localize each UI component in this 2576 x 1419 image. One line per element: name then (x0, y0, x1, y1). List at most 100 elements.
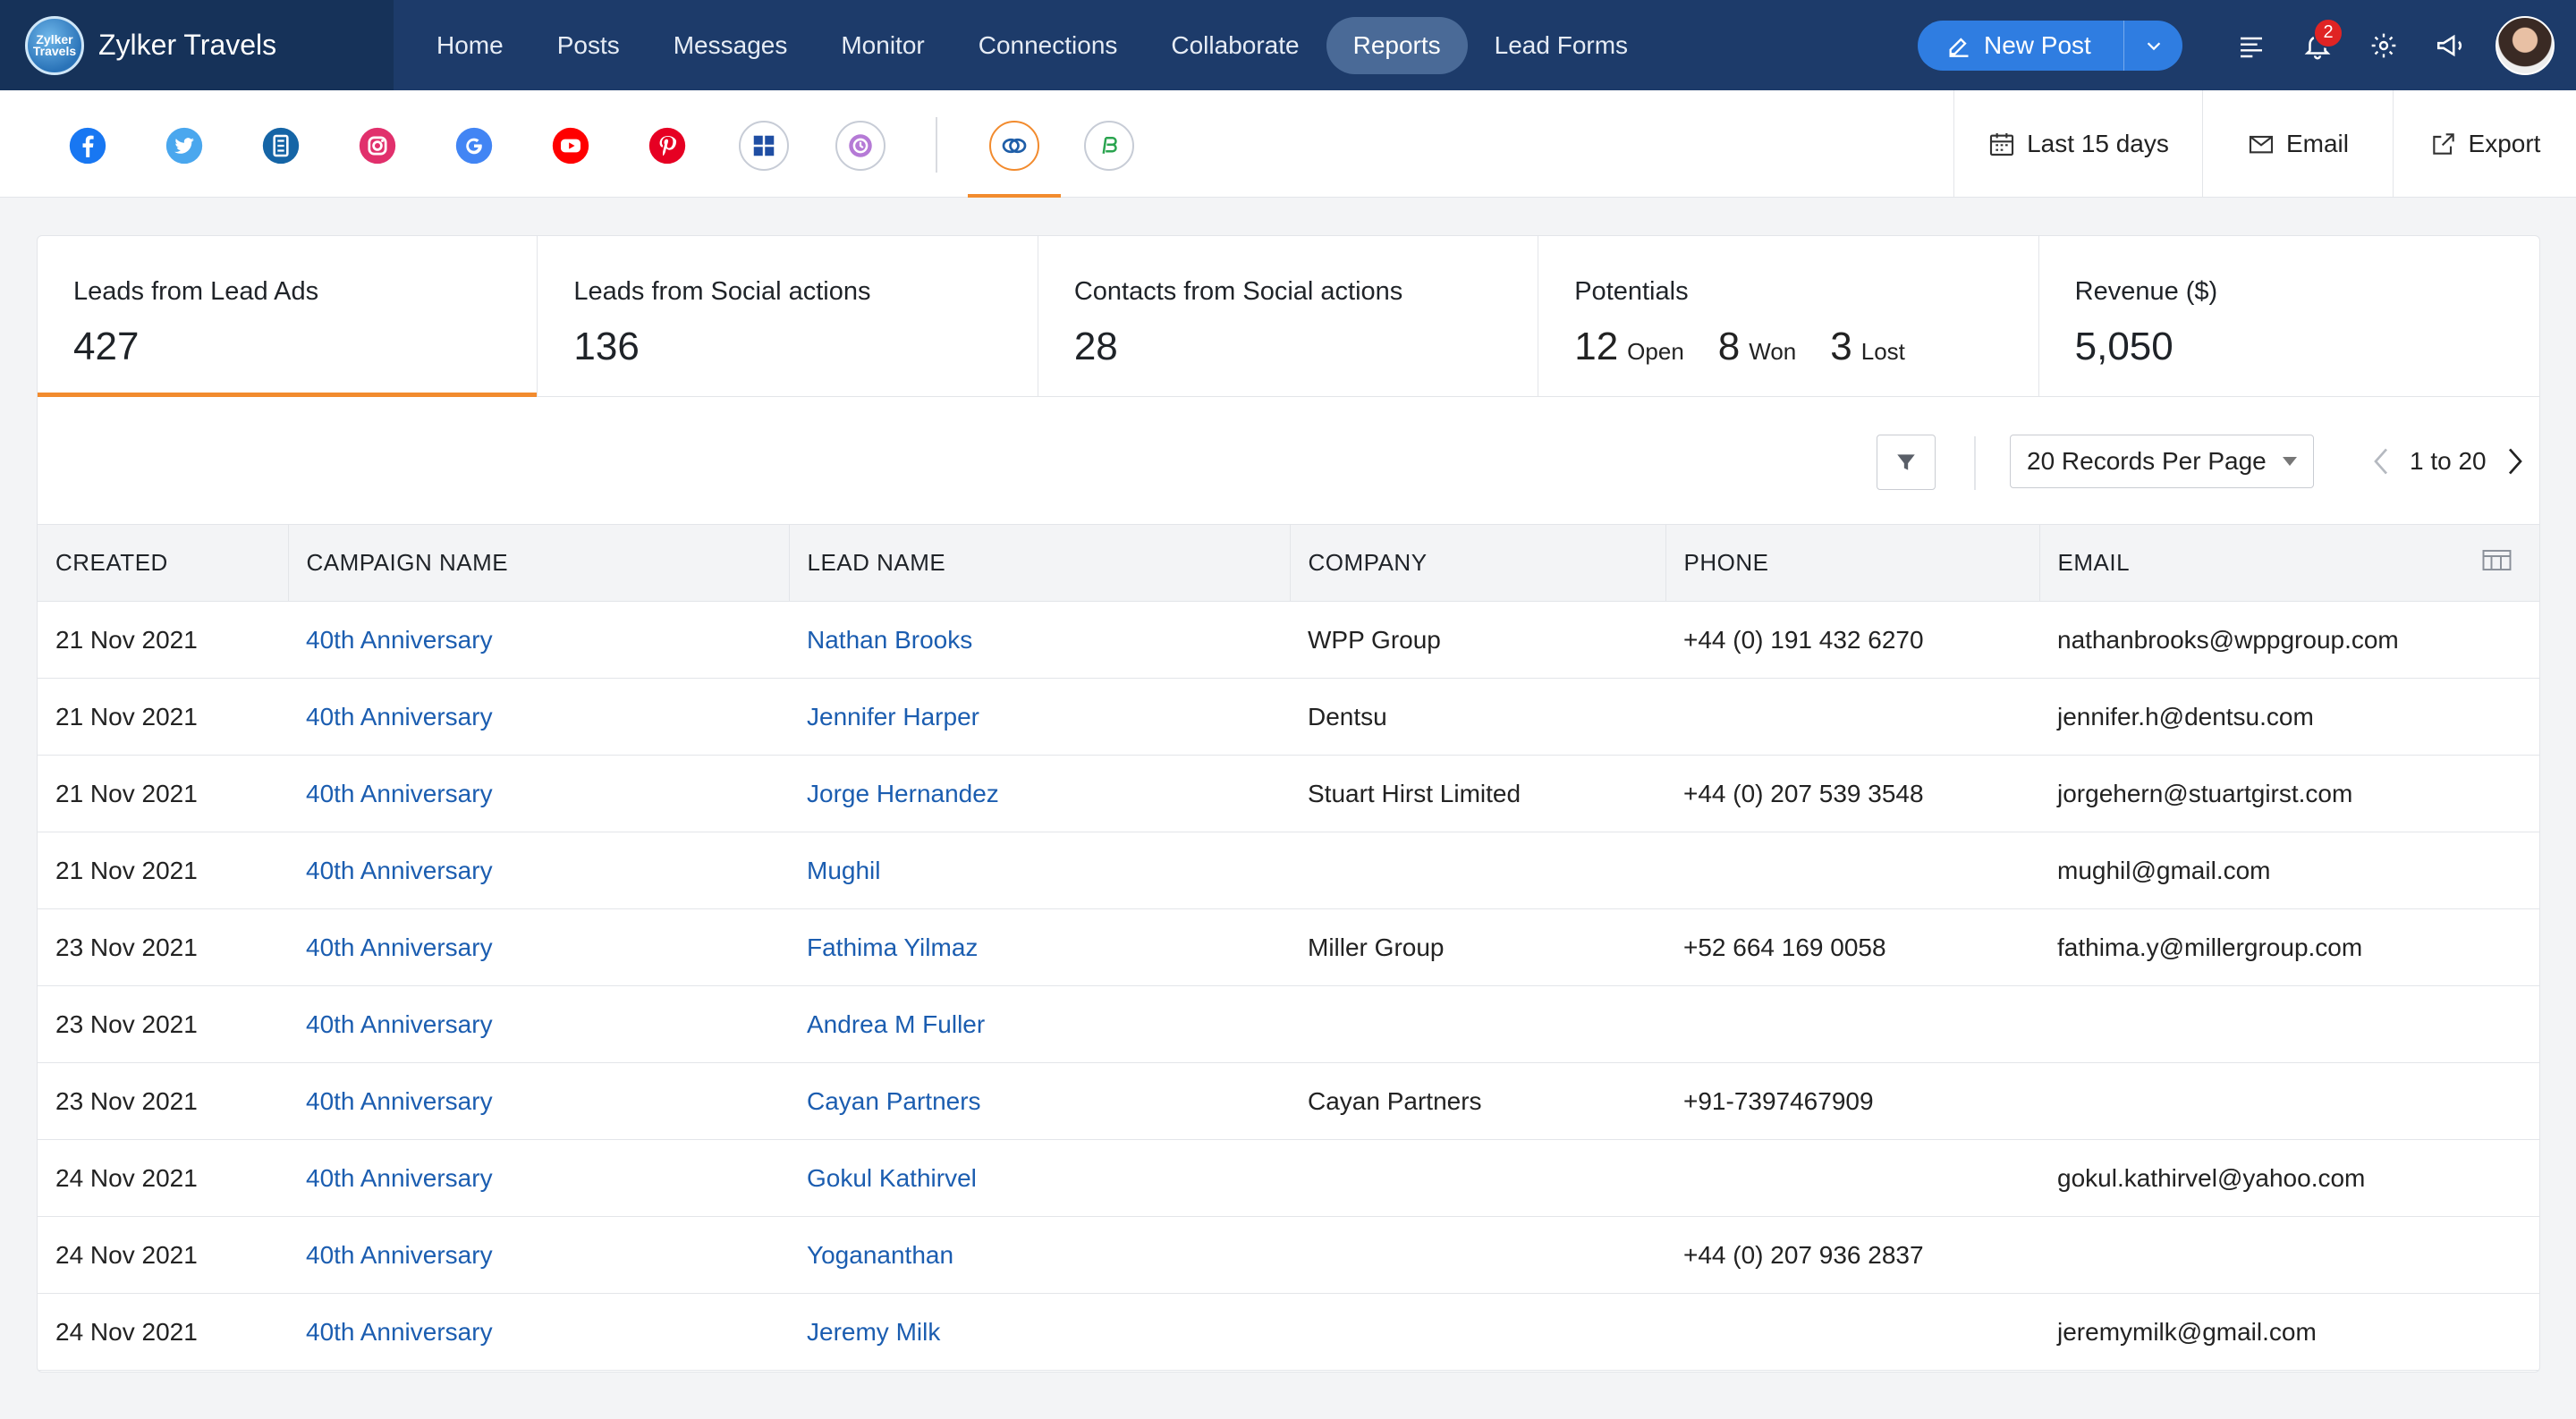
cell-company: Stuart Hirst Limited (1290, 755, 1665, 832)
chevron-right-icon[interactable] (2504, 445, 2526, 477)
cell-phone (1665, 832, 2039, 909)
table-row[interactable]: 21 Nov 2021 40th Anniversary Mughil mugh… (38, 832, 2539, 909)
cell-phone: +44 (0) 207 936 2837 (1665, 1216, 2039, 1294)
potentials-won-count: 8 (1717, 325, 1741, 368)
cell-lead-link[interactable]: Yogananthan (789, 1216, 1290, 1294)
cell-lead-link[interactable]: Mughil (789, 832, 1290, 909)
notifications-button[interactable]: 2 (2284, 13, 2351, 79)
youtube-icon[interactable] (546, 121, 596, 171)
stat-value: 427 (73, 325, 140, 368)
col-lead-name[interactable]: LEAD NAME (788, 524, 1290, 602)
cell-created: 24 Nov 2021 (38, 1139, 288, 1217)
nav-lead-forms[interactable]: Lead Forms (1468, 17, 1655, 74)
settings-button[interactable] (2351, 13, 2417, 79)
nav-monitor[interactable]: Monitor (814, 17, 951, 74)
nav-connections[interactable]: Connections (952, 17, 1145, 74)
cell-company (1290, 1139, 1665, 1217)
twitter-icon[interactable] (159, 121, 209, 171)
cell-campaign-link[interactable]: 40th Anniversary (288, 755, 789, 832)
menu-button[interactable] (2218, 13, 2284, 79)
instagram-icon[interactable] (352, 121, 402, 171)
column-settings-icon[interactable] (2482, 548, 2514, 575)
cell-phone (1665, 678, 2039, 756)
cell-lead-link[interactable]: Jeremy Milk (789, 1293, 1290, 1371)
email-button[interactable]: Email (2202, 90, 2393, 198)
gear-icon (2371, 33, 2396, 57)
chevron-left-icon[interactable] (2370, 445, 2392, 477)
linkedin-page-icon[interactable] (256, 121, 306, 171)
nav-reports[interactable]: Reports (1326, 16, 1468, 74)
nav-messages[interactable]: Messages (647, 17, 815, 74)
bigin-icon[interactable] (1084, 121, 1134, 171)
col-email-label: EMAIL (2057, 549, 2131, 576)
stat-contacts[interactable]: Contacts from Social actions 28 (1038, 236, 1539, 396)
table-row[interactable]: 21 Nov 2021 40th Anniversary Jorge Herna… (38, 755, 2539, 832)
facebook-icon[interactable] (63, 121, 113, 171)
crm-link-icon[interactable] (989, 121, 1039, 171)
cell-email (2039, 985, 2539, 1063)
stat-revenue[interactable]: Revenue ($) 5,050 (2039, 236, 2539, 396)
cell-lead-link[interactable]: Jorge Hernandez (789, 755, 1290, 832)
table-row[interactable]: 23 Nov 2021 40th Anniversary Fathima Yil… (38, 908, 2539, 986)
announcements-button[interactable] (2417, 13, 2483, 79)
potentials-open-count: 12 (1574, 325, 1619, 368)
stat-label: Potentials (1574, 277, 1689, 306)
export-button[interactable]: Export (2393, 90, 2576, 198)
cell-campaign-link[interactable]: 40th Anniversary (288, 1216, 789, 1294)
cell-lead-link[interactable]: Andrea M Fuller (789, 985, 1290, 1063)
col-phone[interactable]: PHONE (1665, 524, 2039, 602)
table-row[interactable]: 24 Nov 2021 40th Anniversary Gokul Kathi… (38, 1139, 2539, 1217)
records-per-page-value: 20 Records Per Page (2027, 447, 2267, 475)
chevron-down-icon (2147, 41, 2160, 50)
export-label: Export (2468, 130, 2541, 157)
cell-campaign-link[interactable]: 40th Anniversary (288, 908, 789, 986)
cell-campaign-link[interactable]: 40th Anniversary (288, 678, 789, 756)
col-created[interactable]: CREATED (38, 524, 288, 602)
filter-icon (1897, 454, 1915, 470)
col-campaign-name[interactable]: CAMPAIGN NAME (287, 524, 789, 602)
table-row[interactable]: 24 Nov 2021 40th Anniversary Yogananthan… (38, 1216, 2539, 1294)
table-row[interactable]: 21 Nov 2021 40th Anniversary Nathan Broo… (38, 601, 2539, 679)
col-company[interactable]: COMPANY (1289, 524, 1665, 602)
table-row[interactable]: 23 Nov 2021 40th Anniversary Cayan Partn… (38, 1062, 2539, 1140)
cell-campaign-link[interactable]: 40th Anniversary (288, 832, 789, 909)
stat-potentials[interactable]: Potentials 12 Open 8 Won 3 Lost (1538, 236, 2039, 396)
cell-campaign-link[interactable]: 40th Anniversary (288, 601, 789, 679)
megaphone-icon (2436, 34, 2462, 56)
date-range-button[interactable]: Last 15 days (1953, 90, 2202, 198)
zoho-icon[interactable] (835, 121, 886, 171)
cell-email (2039, 1062, 2539, 1140)
nav-collaborate[interactable]: Collaborate (1144, 17, 1326, 74)
cell-lead-link[interactable]: Fathima Yilmaz (789, 908, 1290, 986)
table-row[interactable]: 23 Nov 2021 40th Anniversary Andrea M Fu… (38, 985, 2539, 1063)
potentials-lost-label: Lost (1860, 338, 1905, 365)
new-post-dropdown[interactable] (2123, 20, 2182, 71)
topbar-actions: New Post 2 (1918, 0, 2576, 90)
new-post-button[interactable]: New Post (1918, 20, 2182, 71)
nav-home[interactable]: Home (410, 17, 530, 74)
stat-label: Leads from Social actions (573, 277, 871, 306)
nav-posts[interactable]: Posts (530, 17, 647, 74)
cell-company (1290, 985, 1665, 1063)
brand[interactable]: Zylker Travels Zylker Travels (0, 0, 394, 90)
stat-social-actions[interactable]: Leads from Social actions 136 (538, 236, 1038, 396)
stat-lead-ads[interactable]: Leads from Lead Ads 427 (38, 236, 538, 397)
cell-lead-link[interactable]: Nathan Brooks (789, 601, 1290, 679)
records-per-page-select[interactable]: 20 Records Per Page (2010, 435, 2314, 488)
table-row[interactable]: 24 Nov 2021 40th Anniversary Jeremy Milk… (38, 1293, 2539, 1371)
cell-campaign-link[interactable]: 40th Anniversary (288, 1139, 789, 1217)
filter-button[interactable] (1877, 435, 1936, 490)
tiktok-grid-icon[interactable] (739, 121, 789, 171)
col-email[interactable]: EMAIL (2038, 524, 2539, 602)
cell-campaign-link[interactable]: 40th Anniversary (288, 1293, 789, 1371)
user-avatar[interactable] (2496, 15, 2555, 75)
cell-campaign-link[interactable]: 40th Anniversary (288, 985, 789, 1063)
cell-lead-link[interactable]: Jennifer Harper (789, 678, 1290, 756)
cell-lead-link[interactable]: Cayan Partners (789, 1062, 1290, 1140)
cell-campaign-link[interactable]: 40th Anniversary (288, 1062, 789, 1140)
pinterest-icon[interactable] (642, 121, 692, 171)
new-post-main[interactable]: New Post (1918, 21, 2123, 71)
cell-lead-link[interactable]: Gokul Kathirvel (789, 1139, 1290, 1217)
google-icon[interactable] (449, 121, 499, 171)
table-row[interactable]: 21 Nov 2021 40th Anniversary Jennifer Ha… (38, 678, 2539, 756)
